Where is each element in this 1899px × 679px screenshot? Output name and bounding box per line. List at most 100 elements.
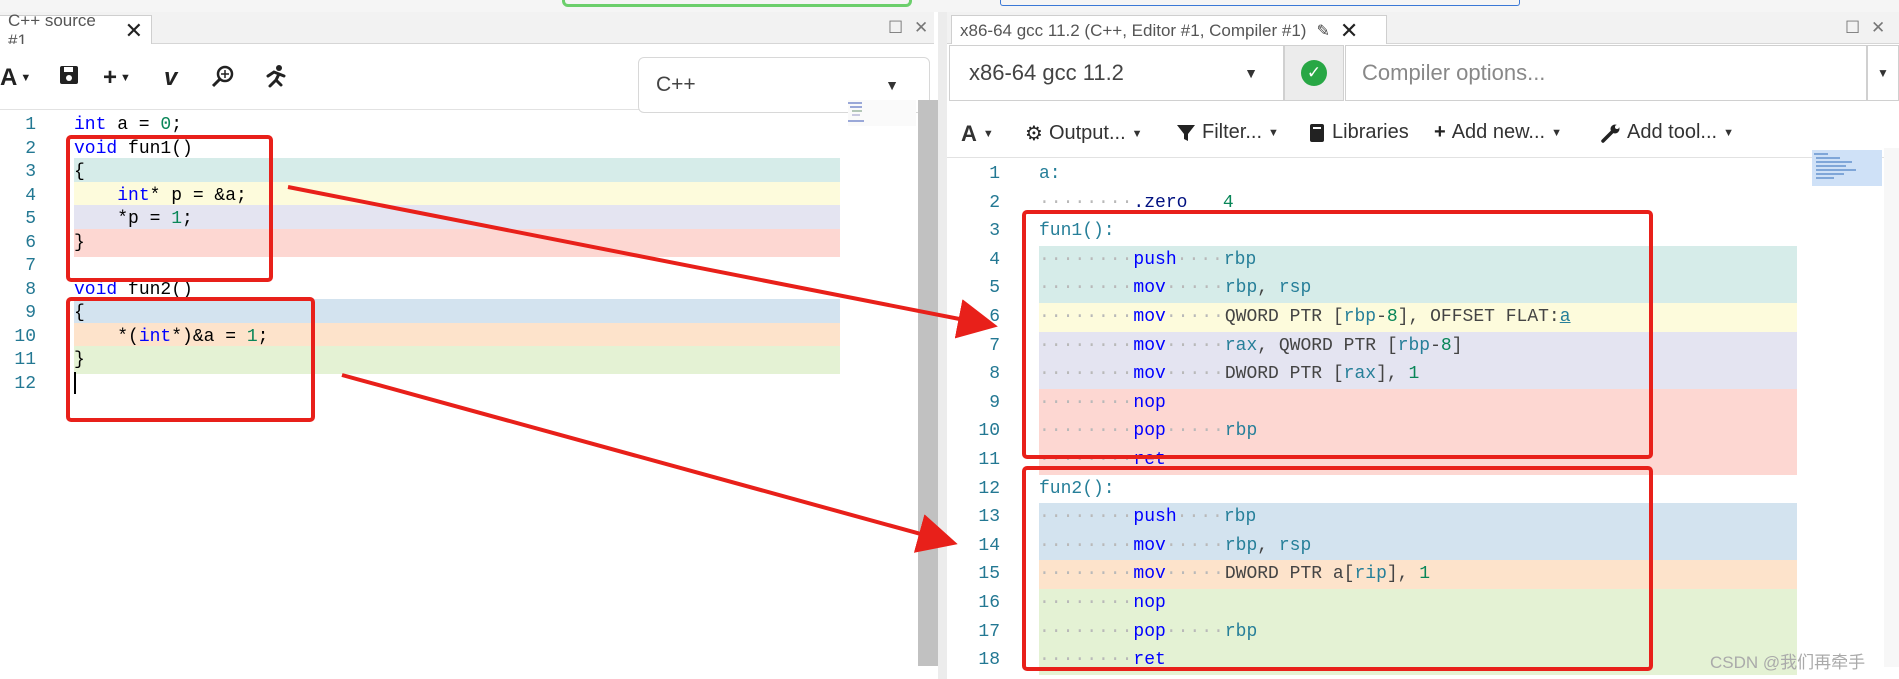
line-code: ········pop·····rbp	[1039, 621, 1258, 642]
line-highlight	[1039, 217, 1797, 246]
compiler-output-pane: x86-64 gcc 11.2 (C++, Editor #1, Compile…	[947, 12, 1899, 679]
source-tab-bar: C++ source #1 ✕ ☐ ✕	[0, 11, 934, 50]
compiler-explorer-screenshot: C++ source #1 ✕ ☐ ✕ A ▼ + ▼ v C++ ▼ 1 in…	[0, 0, 1899, 679]
chevron-down-icon: ▼	[20, 72, 32, 84]
line-code: ········pop·····rbp	[1039, 421, 1258, 442]
options-dropdown-button[interactable]: ▼	[1867, 45, 1899, 101]
line-code: a:	[1039, 164, 1061, 184]
line-number: 4	[989, 249, 1000, 270]
source-scrollbar[interactable]	[918, 100, 938, 666]
code-line[interactable]: 12	[0, 370, 840, 398]
vim-mode-button[interactable]: v	[164, 64, 177, 92]
chevron-down-icon: ▼	[1268, 126, 1279, 139]
tab-title: x86-64 gcc 11.2 (C++, Editor #1, Compile…	[960, 20, 1307, 40]
pencil-icon[interactable]: ✎	[1316, 21, 1329, 41]
language-value: C++	[656, 73, 696, 96]
save-icon	[60, 66, 78, 84]
line-code: fun1():	[1039, 221, 1115, 242]
code-line[interactable]: 18 ········ret	[947, 646, 1807, 675]
line-number: 11	[978, 450, 1000, 470]
line-number: 10	[978, 421, 1000, 442]
code-line[interactable]: 12 fun2():	[947, 475, 1807, 504]
code-line[interactable]: 15 ········mov·····DWORD PTR a[rip], 1	[947, 560, 1807, 589]
code-line[interactable]: 6 ········mov·····QWORD PTR [rbp-8], OFFS…	[947, 303, 1807, 332]
code-line[interactable]: 4 ········push····rbp	[947, 245, 1807, 275]
output-button[interactable]: ⚙ Output... ▼	[1025, 121, 1143, 146]
maximize-icon[interactable]: ☐	[1845, 18, 1860, 38]
code-line[interactable]: 7 ········mov·····rax, QWORD PTR [rbp-8]	[947, 331, 1807, 361]
code-line[interactable]: 14 ········mov·····rbp, rsp	[947, 531, 1807, 561]
tab-cpp-source[interactable]: C++ source #1 ✕	[0, 11, 152, 50]
add-tool-label: Add tool...	[1627, 121, 1718, 143]
save-button[interactable]	[58, 64, 80, 86]
watermark: CSDN @我们再牵手	[1710, 653, 1866, 672]
assembly-minimap[interactable]	[1812, 150, 1882, 186]
assembly-output-editor[interactable]: 1 a: 2 ········.zero 4 3 fun1(): 4 ········push…	[947, 160, 1899, 679]
line-number: 1	[989, 164, 1000, 184]
line-number: 2	[989, 192, 1000, 213]
compiler-tab-bar: x86-64 gcc 11.2 (C++, Editor #1, Compile…	[947, 12, 1899, 45]
line-number: 12	[978, 478, 1000, 499]
code-line[interactable]: 2 ········.zero 4	[947, 189, 1807, 218]
code-line[interactable]: 11 ········ret	[947, 446, 1807, 475]
add-tool-button[interactable]: Add tool... ▼	[1601, 121, 1734, 144]
code-line[interactable]: 5 ········mov·····rbp, rsp	[947, 274, 1807, 303]
runner-icon	[266, 65, 286, 88]
plus-icon: +	[103, 64, 118, 91]
code-line[interactable]: 3 fun1():	[947, 217, 1807, 246]
line-code: ········mov·····DWORD PTR a[rip], 1	[1039, 564, 1431, 585]
add-button[interactable]: + ▼	[103, 64, 131, 92]
line-code: ········mov·····DWORD PTR [rax], 1	[1039, 364, 1420, 385]
top-blue-control[interactable]	[1000, 0, 1520, 6]
pane-splitter[interactable]	[938, 12, 947, 679]
line-number: 7	[989, 335, 1000, 356]
chevron-down-icon: ▼	[1131, 127, 1143, 140]
search-button[interactable]	[210, 64, 236, 90]
add-new-button[interactable]: + Add new... ▼	[1434, 121, 1562, 144]
maximize-icon[interactable]: ☐	[888, 18, 903, 38]
line-code: ········mov·····QWORD PTR [rbp-8], OFFSE…	[1039, 307, 1571, 327]
run-tool-button[interactable]	[262, 64, 288, 90]
code-line[interactable]: 9 ········nop	[947, 388, 1807, 418]
close-pane-icon[interactable]: ✕	[1871, 18, 1885, 38]
line-number: 12	[14, 373, 36, 394]
compiler-options-input[interactable]	[1345, 45, 1867, 101]
assembly-scrollbar[interactable]	[1884, 148, 1899, 667]
code-line[interactable]: 17 ········pop·····rbp	[947, 617, 1807, 647]
text-cursor	[74, 371, 76, 394]
tab-compiler[interactable]: x86-64 gcc 11.2 (C++, Editor #1, Compile…	[951, 15, 1387, 45]
code-line[interactable]: 8 ········mov·····DWORD PTR [rax], 1	[947, 360, 1807, 389]
compiler-select[interactable]: x86-64 gcc 11.2 ▼	[949, 45, 1284, 101]
source-code-editor[interactable]: 1 int a = 0; 2 void fun1() 3{4 int* p = &a; 5…	[0, 111, 920, 679]
compile-status[interactable]: ✓	[1284, 45, 1344, 101]
chevron-down-icon: ▼	[1723, 126, 1734, 139]
filter-button[interactable]: Filter... ▼	[1176, 121, 1279, 144]
line-code: ········.zero 4	[1039, 192, 1234, 213]
top-green-control[interactable]	[562, 0, 912, 7]
close-icon[interactable]: ✕	[1340, 18, 1358, 44]
close-pane-icon[interactable]: ✕	[914, 18, 928, 38]
code-line[interactable]: 13 ········push····rbp	[947, 503, 1807, 532]
source-editor-pane: C++ source #1 ✕ ☐ ✕ A ▼ + ▼ v C++ ▼ 1 in…	[0, 11, 934, 679]
libraries-button[interactable]: Libraries	[1308, 121, 1409, 144]
output-font-button[interactable]: A ▼	[961, 121, 994, 147]
code-line[interactable]: 10 ········pop·····rbp	[947, 417, 1807, 446]
output-toolbar: A ▼ ⚙ Output... ▼ Filter... ▼ Libraries + Add…	[947, 110, 1899, 158]
output-label: Output...	[1048, 122, 1126, 144]
line-number: 14	[978, 535, 1000, 556]
book-icon	[1310, 123, 1324, 142]
gear-icon: ⚙	[1025, 123, 1043, 145]
source-minimap[interactable]	[848, 100, 916, 126]
line-number: 5	[989, 278, 1000, 299]
code-line[interactable]: 16 ········nop	[947, 589, 1807, 618]
chevron-down-icon: ▼	[982, 128, 994, 140]
close-icon[interactable]: ✕	[125, 18, 143, 44]
line-code: ········ret	[1039, 650, 1166, 671]
font-size-button[interactable]: A ▼	[0, 64, 31, 92]
code-line[interactable]: 1 a:	[947, 160, 1807, 189]
font-icon: A	[0, 64, 18, 91]
plus-icon: +	[1434, 121, 1446, 143]
line-number: 9	[989, 392, 1000, 413]
wrench-icon	[1601, 124, 1620, 143]
libraries-label: Libraries	[1332, 121, 1409, 143]
